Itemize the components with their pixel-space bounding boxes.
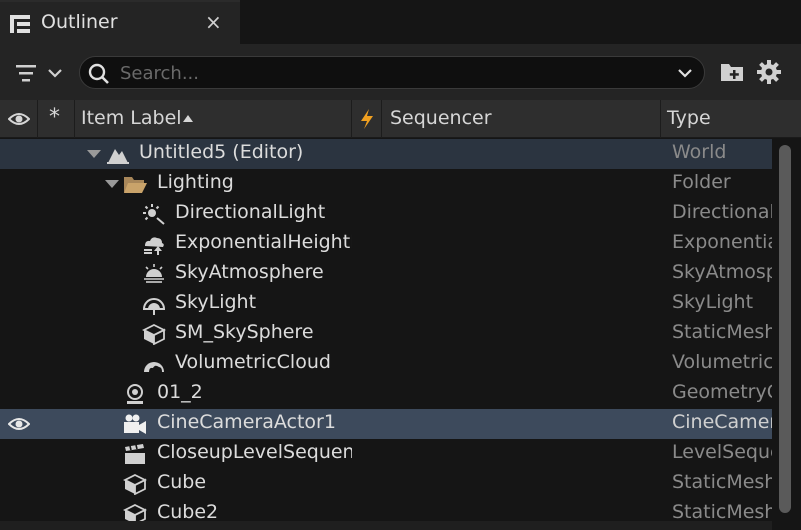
tree-row-type: LevelSequenceActor	[672, 441, 772, 463]
tree-row-label: DirectionalLight	[175, 201, 326, 223]
tree-row-label: VolumetricCloud	[175, 351, 331, 373]
tree-row[interactable]: CloseupLevelSequence LevelSequenceActor	[0, 439, 772, 469]
volumetric-cloud-icon	[144, 362, 164, 372]
world-icon	[107, 149, 129, 164]
add-folder-button[interactable]	[720, 61, 744, 83]
scrollbar-thumb[interactable]	[779, 145, 791, 513]
expand-arrow-icon[interactable]	[87, 150, 101, 158]
tree-row-type: ExponentialHeightFog	[672, 231, 772, 253]
cine-camera-icon	[124, 414, 146, 434]
sky-atmosphere-icon	[144, 264, 164, 283]
header-item-label-text: Item Label	[81, 107, 182, 129]
chevron-down-icon[interactable]	[676, 65, 694, 81]
tree-row-type: StaticMeshActor	[672, 321, 772, 343]
geometry-collection-icon	[127, 384, 143, 404]
sky-light-icon	[142, 298, 166, 315]
tree-row-label: CloseupLevelSequence	[157, 441, 352, 463]
tree-row[interactable]: SkyLight SkyLight	[0, 289, 772, 319]
tree-row-type: StaticMeshActor	[672, 471, 772, 493]
tree-row-type: DirectionalLight	[672, 201, 772, 223]
tree-row-label: Cube	[157, 471, 207, 493]
tree-row-type: Folder	[672, 171, 731, 193]
outliner-icon	[10, 15, 30, 33]
header-pinned[interactable]: *	[38, 100, 75, 138]
tree-row-type: CineCameraActor	[672, 411, 772, 433]
eye-icon	[8, 113, 30, 125]
tree-row-label: SkyLight	[175, 291, 257, 313]
gear-icon[interactable]	[756, 59, 782, 85]
outliner-tab[interactable]: Outliner ×	[0, 0, 240, 44]
tree-row-type: GeometryCollectionActor	[672, 381, 772, 403]
tree-row[interactable]: VolumetricCloud VolumetricCloud	[0, 349, 772, 379]
tree-row-label: SM_SkySphere	[175, 321, 314, 343]
tree-row[interactable]: Cube StaticMeshActor	[0, 469, 772, 499]
tree-row-label: Lighting	[157, 171, 234, 193]
tree-row[interactable]: 01_2 GeometryCollectionActor	[0, 379, 772, 409]
tree-row[interactable]: DirectionalLight DirectionalLight	[0, 199, 772, 229]
search-box	[79, 56, 705, 89]
star-icon: *	[49, 105, 60, 130]
tree-row[interactable]: SkyAtmosphere SkyAtmosphere	[0, 259, 772, 289]
header-sequencer-text: Sequencer	[390, 107, 492, 129]
horizontal-scrollbar[interactable]	[0, 521, 772, 530]
column-header: * Item Label Sequencer Type	[0, 100, 801, 138]
tree-row[interactable]: SM_SkySphere StaticMeshActor	[0, 319, 772, 349]
height-fog-icon	[144, 237, 164, 255]
filter-button[interactable]	[14, 61, 68, 87]
directional-light-icon	[143, 204, 165, 225]
tree-row-label: Cube2	[157, 501, 219, 523]
tree-row[interactable]: CineCameraActor1 CineCameraActor	[0, 409, 772, 439]
outliner-tree: Untitled5 (Editor) World Lighting Folder…	[0, 139, 772, 530]
tab-title: Outliner	[41, 11, 118, 33]
header-type[interactable]: Type	[661, 100, 772, 138]
tab-bar: Outliner ×	[0, 0, 801, 44]
tree-row-label: Untitled5 (Editor)	[139, 141, 304, 163]
tree-row-type: VolumetricCloud	[672, 351, 772, 373]
header-type-text: Type	[667, 107, 711, 129]
tree-row-label: 01_2	[157, 381, 203, 403]
header-sequencer[interactable]: Sequencer	[382, 100, 661, 138]
toolbar	[0, 44, 801, 100]
folder-open-icon	[124, 177, 147, 193]
search-icon	[88, 63, 109, 84]
tree-row[interactable]: Lighting Folder	[0, 169, 772, 199]
sort-ascending-icon	[183, 115, 193, 122]
tree-row-type: SkyAtmosphere	[672, 261, 772, 283]
header-visibility[interactable]	[0, 100, 38, 138]
header-item-label[interactable]: Item Label	[75, 100, 352, 138]
static-mesh-icon	[142, 323, 166, 345]
tree-row-type: World	[672, 141, 727, 163]
search-input[interactable]	[120, 60, 660, 86]
expand-arrow-icon[interactable]	[105, 180, 119, 188]
static-mesh-icon	[123, 473, 147, 495]
tree-row[interactable]: ExponentialHeightFog ExponentialHeightFo…	[0, 229, 772, 259]
lightning-icon	[361, 109, 373, 129]
tree-row-label: ExponentialHeightFog	[175, 231, 352, 253]
tree-row-label: CineCameraActor1	[157, 411, 336, 433]
tree-row-label: SkyAtmosphere	[175, 261, 324, 283]
close-tab-button[interactable]: ×	[205, 10, 222, 34]
tree-row[interactable]: Untitled5 (Editor) World	[0, 139, 772, 169]
tree-row-type: SkyLight	[672, 291, 754, 313]
tree-row-type: StaticMeshActor	[672, 501, 772, 523]
header-sequencer-icon[interactable]	[352, 100, 382, 138]
eye-icon[interactable]	[8, 415, 30, 433]
level-sequence-icon	[125, 444, 145, 464]
filter-icon	[16, 65, 62, 82]
